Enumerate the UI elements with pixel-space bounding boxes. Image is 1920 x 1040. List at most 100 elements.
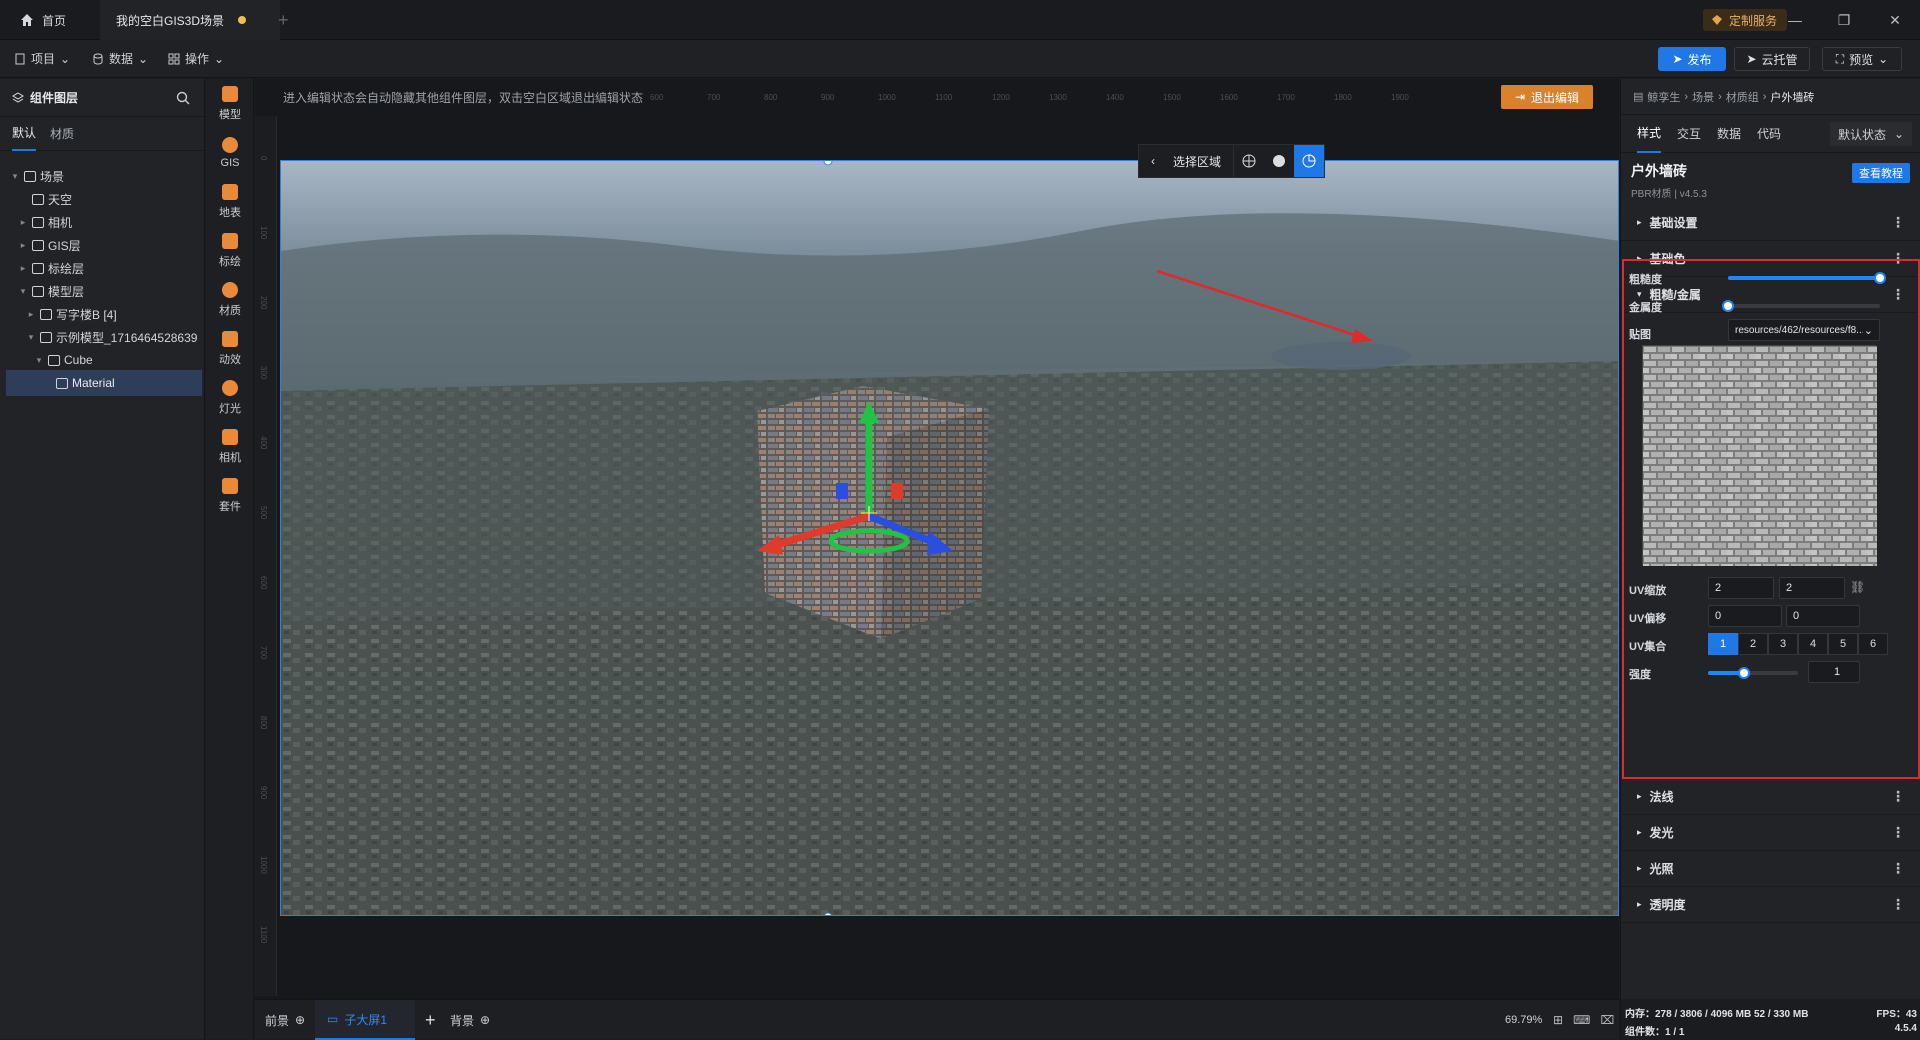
tab-material[interactable]: 材质 [50, 117, 74, 150]
metalness-slider-handle[interactable] [1722, 300, 1734, 312]
restore-icon[interactable]: ❐ [1834, 10, 1854, 30]
caret-icon[interactable]: ▸ [18, 217, 28, 228]
caret-icon: ▸ [1637, 827, 1642, 837]
plus-circle-icon[interactable]: ⊕ [480, 1013, 490, 1027]
uv-set-option[interactable]: 4 [1798, 633, 1828, 655]
tab-default[interactable]: 默认 [12, 116, 37, 151]
wireframe-mode-icon[interactable] [1234, 145, 1264, 177]
keyboard-icon[interactable]: ⌨ [1573, 1013, 1590, 1027]
custom-service-label: 定制服务 [1729, 13, 1778, 28]
breadcrumb-item[interactable]: 场景 [1692, 89, 1714, 105]
more-icon[interactable]: ⋮ [1891, 824, 1905, 841]
link-icon[interactable]: ⛓ [1850, 580, 1865, 594]
model-icon [222, 86, 238, 102]
uv-set-option[interactable]: 6 [1858, 633, 1888, 655]
tool-kit[interactable]: 套件 [206, 471, 254, 521]
tool-material[interactable]: 材质 [206, 275, 254, 325]
breadcrumb-icon: ▤ [1633, 91, 1644, 103]
tab-sub-screen[interactable]: ▭ 子大屏1 [315, 1000, 415, 1040]
intensity-input[interactable]: 1 [1808, 661, 1860, 683]
uv-scale-y-input[interactable]: 2 [1779, 577, 1845, 599]
caret-icon[interactable]: ▾ [10, 171, 20, 182]
menu-project[interactable]: 项目 ⌄ [14, 50, 70, 67]
caret-icon[interactable]: ▾ [18, 286, 28, 297]
tool-camera[interactable]: 相机 [206, 422, 254, 472]
uv-set-option[interactable]: 5 [1828, 633, 1858, 655]
section-header[interactable]: ▸ 光照 ⋮ [1621, 851, 1920, 887]
terminal-icon[interactable]: ⌧ [1600, 1013, 1614, 1027]
tool-model[interactable]: 模型 [206, 79, 254, 129]
caret-icon[interactable]: ▸ [26, 309, 36, 320]
tool-label: 灯光 [219, 403, 241, 415]
ruler-h-tick: 900 [821, 93, 835, 102]
caret-icon[interactable]: ▸ [18, 240, 28, 251]
tab-foreground[interactable]: 前景 ⊕ [265, 1000, 305, 1040]
property-panel: ▤ 鲸孪生 › 场景 › 材质组 › 户外墙砖 样式 交互 数据 代码 默认状态 ⌄ 户外墙砖… [1620, 79, 1920, 1039]
3d-viewport[interactable] [280, 160, 1619, 916]
uv-set-group: 123456 [1708, 633, 1888, 655]
custom-service-button[interactable]: 定制服务 [1703, 9, 1788, 31]
select-area-button[interactable]: ‹ 选择区域 [1138, 144, 1243, 178]
menu-operate-label: 操作 [185, 52, 210, 66]
plus-circle-icon[interactable]: ⊕ [295, 1013, 305, 1027]
search-icon[interactable] [176, 91, 190, 105]
tab-code[interactable]: 代码 [1757, 125, 1781, 142]
add-screen-button[interactable]: + [425, 1000, 436, 1040]
tutorial-button[interactable]: 查看教程 [1852, 163, 1910, 183]
section-header[interactable]: ▸ 法线 ⋮ [1621, 779, 1920, 815]
tab-style[interactable]: 样式 [1637, 114, 1662, 153]
close-icon[interactable]: ✕ [1885, 10, 1905, 30]
tree-item[interactable]: Material [6, 370, 202, 396]
caret-icon[interactable]: ▸ [18, 263, 28, 274]
tool-surface[interactable]: 地表 [206, 177, 254, 227]
more-icon[interactable]: ⋮ [1891, 896, 1905, 913]
material-mode-icon[interactable] [1294, 145, 1324, 177]
map-select[interactable]: resources/462/resources/f8... ⌄ [1728, 319, 1880, 341]
uv-set-option[interactable]: 3 [1768, 633, 1798, 655]
tab-foreground-label: 前景 [265, 1013, 290, 1028]
section-header[interactable]: ▸ 基础设置 ⋮ [1621, 205, 1920, 241]
fit-screen-icon[interactable]: ⊞ [1553, 1013, 1563, 1027]
intensity-slider-handle[interactable] [1738, 667, 1750, 679]
more-icon[interactable]: ⋮ [1891, 214, 1905, 231]
uv-set-option[interactable]: 1 [1708, 633, 1738, 655]
caret-icon[interactable]: ▾ [26, 332, 36, 343]
preview-button[interactable]: ⛶ 预览 ⌄ [1822, 47, 1902, 71]
tool-gis[interactable]: GIS [206, 128, 254, 178]
uv-offset-y-input[interactable]: 0 [1786, 605, 1860, 627]
scene-render[interactable] [281, 161, 1619, 916]
uv-offset-x-input[interactable]: 0 [1708, 605, 1782, 627]
tool-label: 套件 [219, 501, 241, 513]
exit-edit-button[interactable]: ⇥ 退出编辑 [1501, 85, 1593, 109]
tab-data[interactable]: 数据 [1717, 125, 1741, 142]
tab-interaction[interactable]: 交互 [1677, 125, 1701, 142]
tool-effect[interactable]: 动效 [206, 324, 254, 374]
cloud-host-button[interactable]: ➤ 云托管 [1734, 47, 1810, 71]
caret-icon[interactable]: ▾ [34, 355, 44, 366]
minimize-icon[interactable]: — [1785, 10, 1805, 30]
section-header[interactable]: ▸ 发光 ⋮ [1621, 815, 1920, 851]
breadcrumb-item[interactable]: 材质组 [1726, 89, 1759, 105]
tool-plot[interactable]: 标绘 [206, 226, 254, 276]
solid-mode-icon[interactable] [1264, 145, 1294, 177]
tab-scene[interactable]: 我的空白GIS3D场景 [100, 0, 280, 40]
more-icon[interactable]: ⋮ [1891, 788, 1905, 805]
tool-light[interactable]: 灯光 [206, 373, 254, 423]
more-icon[interactable]: ⋮ [1891, 860, 1905, 877]
menu-operate[interactable]: 操作 ⌄ [168, 50, 224, 67]
folder-icon [32, 216, 44, 228]
uv-scale-x-input[interactable]: 2 [1708, 577, 1774, 599]
breadcrumb-item[interactable]: 鲸孪生 [1647, 89, 1680, 105]
sky-icon [32, 193, 44, 205]
texture-preview[interactable] [1642, 345, 1877, 566]
tab-home[interactable]: 首页 [20, 0, 110, 40]
uv-set-option[interactable]: 2 [1738, 633, 1768, 655]
tab-add-button[interactable]: + [278, 0, 289, 40]
state-select[interactable]: 默认状态 ⌄ [1830, 122, 1912, 146]
menu-data[interactable]: 数据 ⌄ [92, 50, 148, 67]
zoom-level[interactable]: 69.79% [1505, 1000, 1542, 1040]
roughness-slider-handle[interactable] [1874, 272, 1886, 284]
section-header[interactable]: ▸ 透明度 ⋮ [1621, 887, 1920, 923]
tab-background[interactable]: 背景 ⊕ [450, 1000, 490, 1040]
publish-button[interactable]: ➤ 发布 [1658, 47, 1726, 71]
